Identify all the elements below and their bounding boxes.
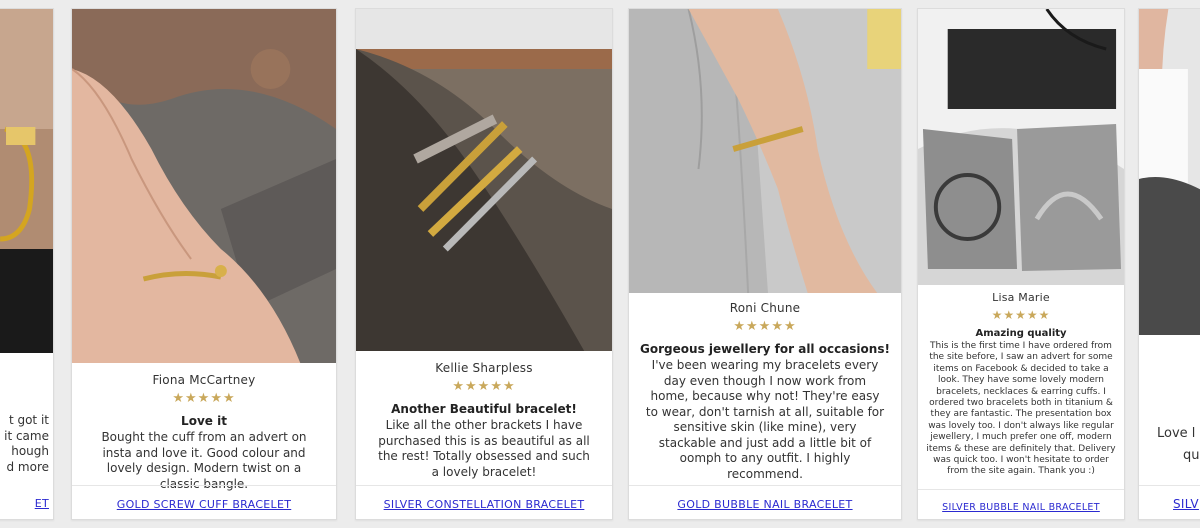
review-title: Love it bbox=[181, 414, 227, 428]
star-rating: ★★★★★ bbox=[452, 379, 516, 394]
product-link[interactable]: GOLD SCREW CUFF BRACELET bbox=[117, 498, 292, 511]
review-photo bbox=[1139, 9, 1200, 335]
review-title: Amazing quality bbox=[975, 328, 1067, 339]
star-rating: ★★★★★ bbox=[991, 308, 1051, 322]
product-link[interactable]: SILV bbox=[1173, 497, 1199, 511]
review-card: Kellie Sharpless ★★★★★ Another Beautiful… bbox=[355, 8, 613, 520]
review-card: Lisa Marie ★★★★★ Amazing quality This is… bbox=[917, 8, 1125, 520]
review-card: Love l qu SILV bbox=[1138, 8, 1200, 520]
review-photo bbox=[918, 9, 1124, 285]
product-link[interactable]: SILVER BUBBLE NAIL BRACELET bbox=[942, 502, 1100, 513]
reviewer-name: Fiona McCartney bbox=[152, 373, 256, 387]
review-card: t got it it came hough d more ET bbox=[0, 8, 54, 520]
review-photo bbox=[356, 9, 612, 351]
review-text: Like all the other brackets I have purch… bbox=[378, 418, 590, 479]
review-text: This is the first time I have ordered fr… bbox=[926, 341, 1116, 477]
review-title: Gorgeous jewellery for all occasions! bbox=[640, 342, 890, 356]
review-text: Love l qu bbox=[1157, 426, 1200, 463]
review-text: I've been wearing my bracelets every day… bbox=[645, 358, 885, 481]
review-text: t got it it came hough d more bbox=[4, 413, 49, 474]
reviewer-name: Roni Chune bbox=[729, 301, 801, 315]
star-rating: ★★★★★ bbox=[172, 391, 236, 406]
review-photo bbox=[72, 9, 336, 363]
product-link[interactable]: ET bbox=[35, 497, 49, 510]
reviewer-name: Lisa Marie bbox=[992, 291, 1050, 304]
review-text: Bought the cuff from an advert on insta … bbox=[101, 430, 307, 491]
product-link[interactable]: SILVER CONSTELLATION BRACELET bbox=[384, 498, 585, 511]
star-rating: ★★★★★ bbox=[733, 319, 797, 334]
review-photo bbox=[629, 9, 901, 293]
reviewer-name: Kellie Sharpless bbox=[435, 361, 533, 375]
product-link[interactable]: GOLD BUBBLE NAIL BRACELET bbox=[677, 498, 852, 511]
review-title: Another Beautiful bracelet! bbox=[391, 402, 577, 416]
review-card: Fiona McCartney ★★★★★ Love it Bought the… bbox=[71, 8, 337, 520]
review-card: Roni Chune ★★★★★ Gorgeous jewellery for … bbox=[628, 8, 902, 520]
review-photo bbox=[0, 9, 53, 353]
